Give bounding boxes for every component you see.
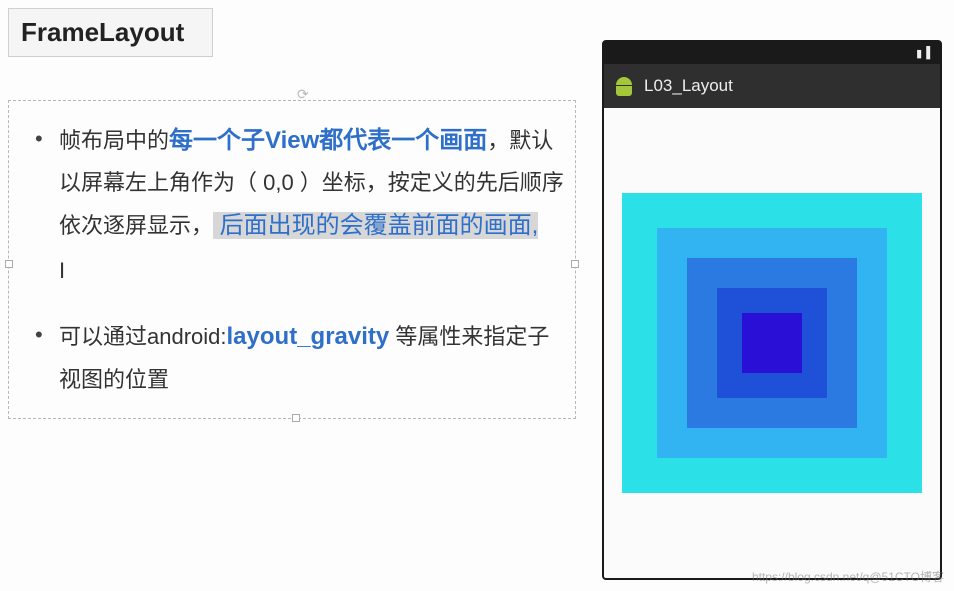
title-text: FrameLayout <box>21 17 184 47</box>
android-app-bar: L03_Layout <box>604 64 940 108</box>
android-status-bar: ▮ ▌ <box>604 42 940 64</box>
text-run: 可以通过android: <box>59 324 227 349</box>
list-item: 可以通过android:layout_gravity 等属性来指定子视图的位置 <box>19 315 565 400</box>
framelayout-demo <box>622 193 922 493</box>
text-cursor-icon: I <box>59 251 60 271</box>
list-item: 帧布局中的每一个子View都代表一个画面，默认以屏幕左上角作为（ 0,0 ）坐标… <box>19 119 565 289</box>
slide-title: FrameLayout <box>8 8 213 57</box>
selection-handle-icon <box>571 260 579 268</box>
battery-icon: ▌ <box>926 47 934 59</box>
signal-icon: ▮ <box>916 47 922 60</box>
bullet-list: 帧布局中的每一个子View都代表一个画面，默认以屏幕左上角作为（ 0,0 ）坐标… <box>19 119 565 400</box>
emphasized-text: layout_gravity <box>227 323 390 350</box>
android-robot-icon <box>614 75 634 97</box>
frame-square <box>742 313 802 373</box>
text-run: 帧布局中的 <box>59 128 169 153</box>
phone-screen <box>604 108 940 578</box>
highlighted-text: 后面出现的会覆盖前面的画面, <box>213 212 538 239</box>
content-textbox[interactable]: 帧布局中的每一个子View都代表一个画面，默认以屏幕左上角作为（ 0,0 ）坐标… <box>8 100 576 419</box>
emphasized-text: 每一个子View都代表一个画面 <box>169 127 487 154</box>
app-title: L03_Layout <box>644 76 733 96</box>
selection-handle-icon <box>5 260 13 268</box>
selection-handle-icon <box>292 414 300 422</box>
phone-mockup: ▮ ▌ L03_Layout <box>602 40 942 580</box>
watermark-text: https://blog.csdn.net/q@51CTO博客 <box>752 568 944 585</box>
